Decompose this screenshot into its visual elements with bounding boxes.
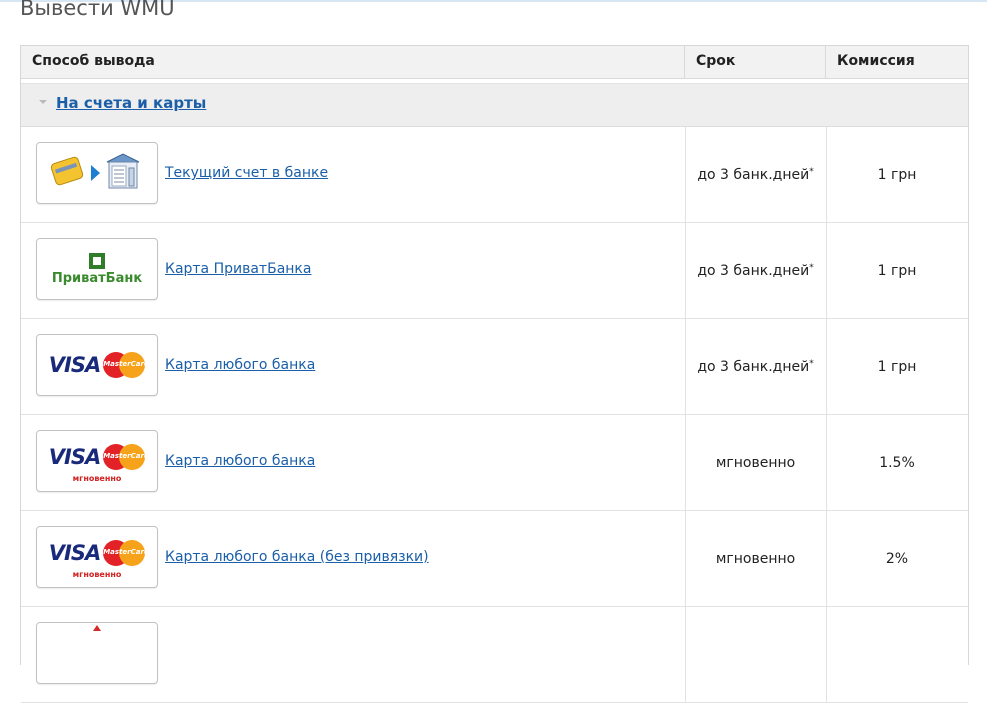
term-cell: до 3 банк.дней * (685, 319, 827, 414)
mastercard-logo-text: MasterCard (103, 360, 149, 368)
group-link-accounts-cards[interactable]: На счета и карты (56, 94, 206, 112)
instant-label: мгновенно (72, 570, 122, 579)
fee-value: 1 грн (877, 166, 917, 183)
mastercard-icon: MasterCard (103, 444, 149, 470)
privatbank-logo-text: ПриватБанк (51, 270, 143, 286)
visa-mastercard-instant-logo[interactable]: VISA MasterCard мгновенно (36, 430, 158, 492)
term-footnote-mark: * (809, 166, 814, 177)
visa-mastercard-instant-logo-graphic: VISA MasterCard мгновенно (48, 444, 149, 483)
method-cell: VISA MasterCard мгновенно Карта любого б… (21, 511, 686, 606)
term-value: мгновенно (715, 550, 796, 567)
mastercard-icon: MasterCard (103, 540, 149, 566)
column-header-method: Способ вывода (21, 46, 685, 78)
instant-label: мгновенно (72, 474, 122, 483)
visa-mastercard-instant-logo[interactable]: VISA MasterCard мгновенно (36, 526, 158, 588)
fee-cell (826, 607, 968, 702)
method-link[interactable]: Карта любого банка (165, 453, 315, 469)
method-link[interactable]: Карта любого банка (без привязки) (165, 549, 429, 565)
group-row-accounts-cards[interactable]: На счета и карты (21, 84, 968, 127)
table-row: VISA MasterCard Карта любого банка до 3 … (21, 319, 968, 415)
visa-mastercard-instant-logo-graphic: VISA MasterCard мгновенно (48, 540, 149, 579)
table-row: ПриватБанк Карта ПриватБанка до 3 банк.д… (21, 223, 968, 319)
fee-value: 1.5% (879, 454, 915, 471)
method-link[interactable]: Карта ПриватБанка (165, 261, 311, 277)
mastercard-logo-text: MasterCard (103, 452, 149, 460)
column-header-term: Срок (685, 46, 826, 78)
term-value: до 3 банк.дней (697, 166, 810, 183)
method-cell: ПриватБанк Карта ПриватБанка (21, 223, 686, 318)
method-cell: VISA MasterCard мгновенно Карта любого б… (21, 415, 686, 510)
red-logo-icon (93, 625, 101, 631)
term-cell: до 3 банк.дней * (685, 127, 827, 222)
bank-account-icon[interactable] (36, 142, 158, 204)
term-cell: мгновенно (685, 511, 827, 606)
table-row: Текущий счет в банке до 3 банк.дней * 1 г… (21, 127, 968, 223)
method-cell: Текущий счет в банке (21, 127, 686, 222)
method-link[interactable]: Карта любого банка (165, 357, 315, 373)
term-cell: мгновенно (685, 415, 827, 510)
page-title: Вывести WMU (20, 0, 175, 20)
column-header-fee: Комиссия (837, 53, 915, 69)
table-header: Способ вывода Срок Комиссия (21, 46, 968, 79)
mastercard-logo-text: MasterCard (103, 548, 149, 556)
table-row (21, 607, 968, 703)
next-method-logo[interactable] (36, 622, 158, 684)
collapse-arrow-icon[interactable] (39, 100, 47, 104)
privatbank-logo[interactable]: ПриватБанк (36, 238, 158, 300)
table-row: VISA MasterCard мгновенно Карта любого б… (21, 511, 968, 607)
visa-logo-text: VISA (48, 445, 101, 469)
fee-value: 1 грн (877, 262, 917, 279)
visa-logo-text: VISA (48, 353, 101, 377)
visa-logo-text: VISA (48, 541, 101, 565)
term-value: до 3 банк.дней (697, 262, 810, 279)
term-footnote-mark: * (809, 262, 814, 273)
method-link[interactable]: Текущий счет в банке (165, 165, 328, 181)
privatbank-mark-icon (88, 252, 105, 269)
method-cell: VISA MasterCard Карта любого банка (21, 319, 686, 414)
term-cell (685, 607, 827, 702)
privatbank-logo-graphic: ПриватБанк (51, 252, 143, 286)
fee-value: 1 грн (877, 358, 917, 375)
mastercard-icon: MasterCard (103, 352, 149, 378)
term-footnote-mark: * (809, 358, 814, 369)
bank-account-icon-graphic (50, 153, 140, 189)
term-value: до 3 банк.дней (697, 358, 810, 375)
table-row: VISA MasterCard мгновенно Карта любого б… (21, 415, 968, 511)
visa-mastercard-logo[interactable]: VISA MasterCard (36, 334, 158, 396)
withdraw-methods-table: Способ вывода Срок Комиссия На счета и к… (20, 45, 969, 703)
method-cell (21, 607, 686, 702)
term-value: мгновенно (715, 454, 796, 471)
visa-mastercard-logo-graphic: VISA MasterCard (48, 352, 149, 378)
fee-value: 2% (885, 550, 909, 567)
term-cell: до 3 банк.дней * (685, 223, 827, 318)
